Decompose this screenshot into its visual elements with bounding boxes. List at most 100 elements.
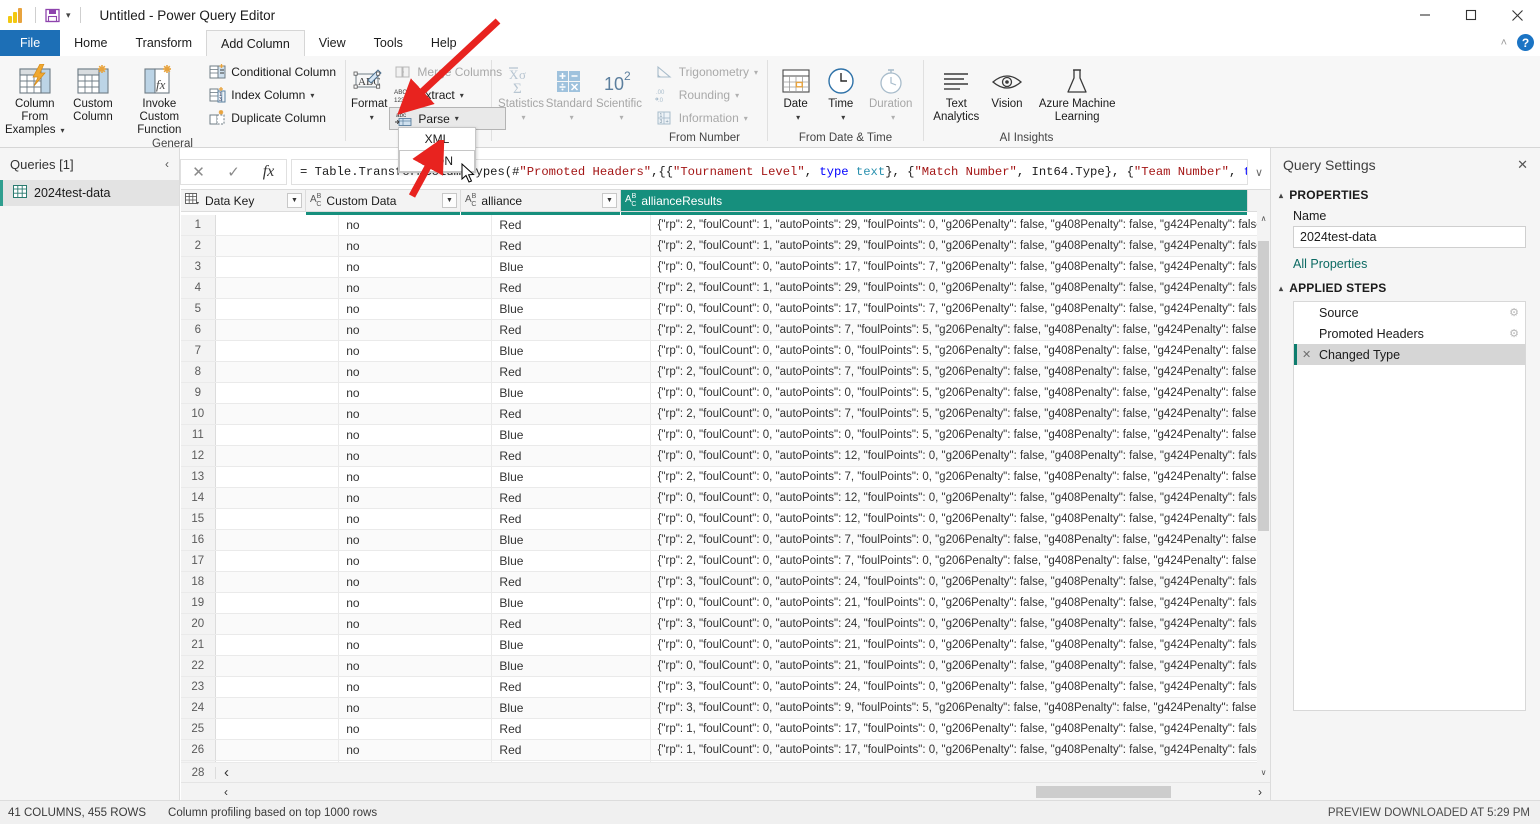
hscroll-right-arrow-icon[interactable]: › — [1250, 783, 1270, 801]
grid-cell-allianceresults[interactable]: {"rp": 2, "foulCount": 1, "autoPoints": … — [651, 215, 1270, 235]
tab-view[interactable]: View — [305, 30, 360, 56]
table-row[interactable]: 4noRed{"rp": 2, "foulCount": 1, "autoPoi… — [181, 278, 1270, 299]
grid-cell-alliance[interactable]: Blue — [492, 593, 650, 613]
chevron-down-icon[interactable]: ▾ — [570, 111, 574, 124]
scroll-up-arrow-icon[interactable]: ∧ — [1257, 211, 1270, 225]
grid-cell-alliance[interactable]: Blue — [492, 530, 650, 550]
grid-cell-custom-data[interactable]: no — [339, 236, 492, 256]
grid-cell-custom-data[interactable]: no — [339, 278, 492, 298]
grid-cell-data-key[interactable] — [216, 278, 340, 298]
grid-cell-data-key[interactable] — [216, 215, 340, 235]
applied-step-changed-type[interactable]: ✕Changed Type — [1294, 344, 1525, 365]
grid-cell-allianceresults[interactable]: {"rp": 0, "foulCount": 0, "autoPoints": … — [651, 635, 1270, 655]
grid-cell-data-key[interactable] — [216, 719, 340, 739]
grid-cell-custom-data[interactable]: no — [339, 341, 492, 361]
grid-cell-data-key[interactable] — [216, 320, 340, 340]
grid-cell-data-key[interactable] — [216, 299, 340, 319]
column-from-examples-button[interactable]: Column From Examples▾ — [5, 58, 65, 137]
grid-cell-alliance[interactable]: Blue — [492, 257, 650, 277]
chevron-down-icon[interactable]: ▾ — [744, 114, 748, 123]
grid-cell-alliance[interactable]: Blue — [492, 299, 650, 319]
grid-cell-alliance[interactable]: Blue — [492, 341, 650, 361]
grid-cell-custom-data[interactable]: no — [339, 257, 492, 277]
grid-cell-alliance[interactable]: Blue — [492, 635, 650, 655]
grid-cell-custom-data[interactable]: no — [339, 740, 492, 760]
table-row[interactable]: 15noRed{"rp": 0, "foulCount": 0, "autoPo… — [181, 509, 1270, 530]
grid-cell-alliance[interactable]: Red — [492, 215, 650, 235]
grid-cell-alliance[interactable]: Red — [492, 320, 650, 340]
grid-cell-alliance[interactable]: Red — [492, 509, 650, 529]
grid-column-header-allianceresults[interactable]: ABCallianceResults — [621, 190, 1248, 211]
formula-cancel-icon[interactable]: ✕ — [181, 160, 216, 184]
grid-cell-allianceresults[interactable]: {"rp": 2, "foulCount": 1, "autoPoints": … — [651, 278, 1270, 298]
hscroll-left-arrow-icon[interactable]: ‹ — [216, 783, 236, 801]
applied-steps-section-header[interactable]: ▴ APPLIED STEPS — [1271, 275, 1540, 297]
duplicate-column-button[interactable]: Duplicate Column — [203, 107, 340, 129]
grid-cell-alliance[interactable]: Red — [492, 404, 650, 424]
grid-column-header-data-key[interactable]: Data Key▼ — [181, 190, 306, 211]
grid-cell-allianceresults[interactable]: {"rp": 0, "foulCount": 0, "autoPoints": … — [651, 299, 1270, 319]
grid-cell-data-key[interactable] — [216, 425, 340, 445]
trigonometry-button[interactable]: Trigonometry ▾ — [651, 61, 762, 83]
grid-cell-data-key[interactable] — [216, 341, 340, 361]
applied-step-promoted-headers[interactable]: Promoted Headers⚙ — [1294, 323, 1525, 344]
table-row[interactable]: 6noRed{"rp": 2, "foulCount": 0, "autoPoi… — [181, 320, 1270, 341]
grid-cell-allianceresults[interactable]: {"rp": 2, "foulCount": 1, "autoPoints": … — [651, 236, 1270, 256]
vertical-scroll-thumb[interactable] — [1258, 241, 1269, 531]
grid-cell-alliance[interactable]: Red — [492, 719, 650, 739]
grid-cell-data-key[interactable] — [216, 509, 340, 529]
quick-access-caret-icon[interactable]: ▾ — [66, 10, 71, 21]
table-row[interactable]: 3noBlue{"rp": 0, "foulCount": 0, "autoPo… — [181, 257, 1270, 278]
vision-button[interactable]: Vision — [984, 58, 1031, 111]
chevron-down-icon[interactable]: ▾ — [619, 111, 623, 124]
scroll-left-chevron-icon[interactable]: ‹ — [216, 764, 229, 781]
grid-cell-custom-data[interactable]: no — [339, 656, 492, 676]
tab-tools[interactable]: Tools — [360, 30, 417, 56]
grid-cell-allianceresults[interactable]: {"rp": 0, "foulCount": 0, "autoPoints": … — [651, 509, 1270, 529]
minimize-button[interactable] — [1402, 0, 1448, 30]
grid-cell-data-key[interactable] — [216, 656, 340, 676]
grid-cell-custom-data[interactable]: no — [339, 551, 492, 571]
applied-step-source[interactable]: Source⚙ — [1294, 302, 1525, 323]
column-filter-dropdown-icon[interactable]: ▼ — [442, 193, 457, 208]
parse-menu-item-xml[interactable]: XML — [399, 128, 475, 150]
tab-home[interactable]: Home — [60, 30, 121, 56]
grid-cell-data-key[interactable] — [216, 635, 340, 655]
grid-cell-allianceresults[interactable]: {"rp": 1, "foulCount": 0, "autoPoints": … — [651, 719, 1270, 739]
grid-cell-data-key[interactable] — [216, 467, 340, 487]
grid-column-header-custom-data[interactable]: ABCCustom Data▼ — [306, 190, 461, 211]
table-row[interactable]: 12noRed{"rp": 0, "foulCount": 0, "autoPo… — [181, 446, 1270, 467]
tab-transform[interactable]: Transform — [122, 30, 207, 56]
chevron-down-icon[interactable]: ▾ — [891, 111, 895, 124]
grid-cell-alliance[interactable]: Red — [492, 236, 650, 256]
grid-cell-custom-data[interactable]: no — [339, 383, 492, 403]
maximize-button[interactable] — [1448, 0, 1494, 30]
chevron-down-icon[interactable]: ▾ — [455, 114, 459, 123]
chevron-down-icon[interactable]: ▾ — [370, 111, 374, 124]
table-row[interactable]: 2noRed{"rp": 2, "foulCount": 1, "autoPoi… — [181, 236, 1270, 257]
chevron-down-icon[interactable]: ▾ — [310, 91, 314, 100]
table-row[interactable]: 26noRed{"rp": 1, "foulCount": 0, "autoPo… — [181, 740, 1270, 761]
grid-cell-allianceresults[interactable]: {"rp": 2, "foulCount": 0, "autoPoints": … — [651, 530, 1270, 550]
grid-cell-data-key[interactable] — [216, 446, 340, 466]
grid-cell-allianceresults[interactable]: {"rp": 3, "foulCount": 0, "autoPoints": … — [651, 614, 1270, 634]
grid-cell-data-key[interactable] — [216, 698, 340, 718]
grid-cell-custom-data[interactable]: no — [339, 467, 492, 487]
grid-cell-alliance[interactable]: Red — [492, 614, 650, 634]
table-row[interactable]: 1noRed{"rp": 2, "foulCount": 1, "autoPoi… — [181, 215, 1270, 236]
delete-step-icon[interactable]: ✕ — [1302, 348, 1316, 361]
column-filter-dropdown-icon[interactable]: ▼ — [602, 193, 617, 208]
table-row[interactable]: 19noBlue{"rp": 0, "foulCount": 0, "autoP… — [181, 593, 1270, 614]
grid-cell-allianceresults[interactable]: {"rp": 2, "foulCount": 0, "autoPoints": … — [651, 467, 1270, 487]
custom-column-button[interactable]: Custom Column — [65, 58, 122, 124]
table-row[interactable]: 24noBlue{"rp": 3, "foulCount": 0, "autoP… — [181, 698, 1270, 719]
grid-cell-custom-data[interactable]: no — [339, 215, 492, 235]
chevron-down-icon[interactable]: ▾ — [522, 111, 526, 124]
grid-cell-data-key[interactable] — [216, 572, 340, 592]
grid-cell-alliance[interactable]: Red — [492, 488, 650, 508]
query-list-item-2024test-data[interactable]: 2024test-data — [0, 180, 179, 206]
table-row[interactable]: 8noRed{"rp": 2, "foulCount": 0, "autoPoi… — [181, 362, 1270, 383]
grid-cell-alliance[interactable]: Blue — [492, 698, 650, 718]
grid-cell-custom-data[interactable]: no — [339, 362, 492, 382]
grid-cell-data-key[interactable] — [216, 593, 340, 613]
